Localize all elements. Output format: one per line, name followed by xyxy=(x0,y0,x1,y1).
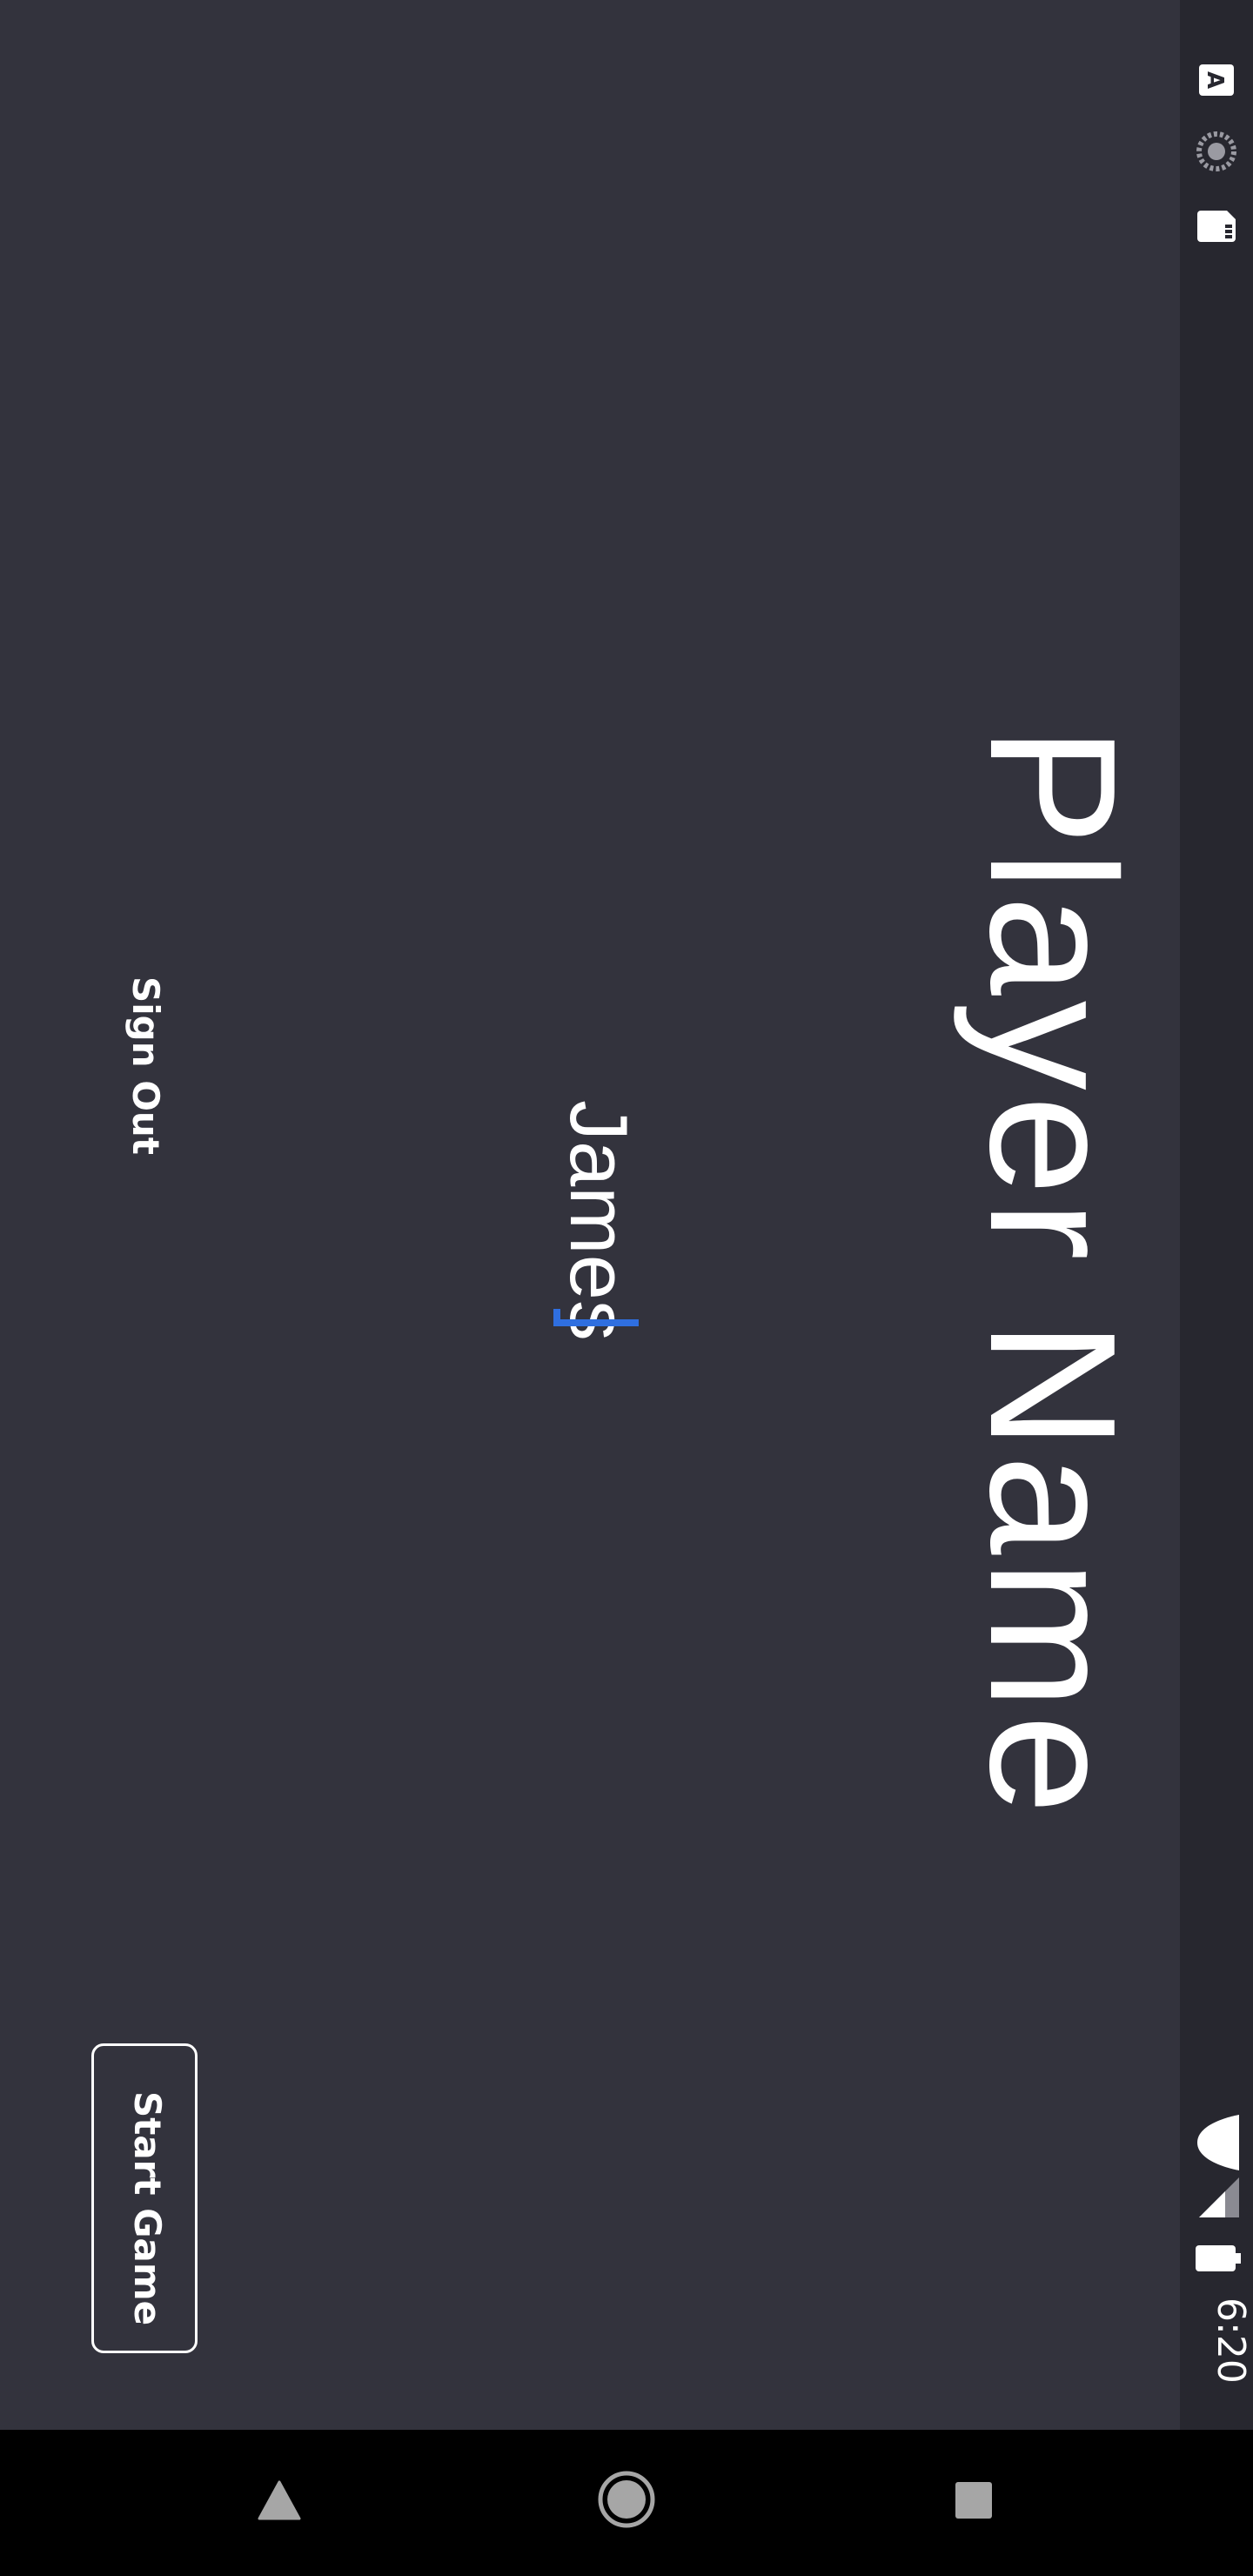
home-icon[interactable] xyxy=(597,2470,656,2529)
svg-text:A: A xyxy=(1202,71,1228,89)
signal-icon xyxy=(1199,2177,1239,2217)
page-title: Player Name xyxy=(953,726,1153,1820)
wifi-icon xyxy=(1197,2115,1239,2170)
app-screen: Player Name James Sign Out Start Game xyxy=(0,0,1180,2430)
sd-card-icon xyxy=(1197,211,1236,242)
status-bar: A 6:20 xyxy=(1180,0,1253,2430)
player-name-input[interactable]: James xyxy=(552,1100,646,1341)
navigation-bar xyxy=(0,2430,1253,2576)
status-time: 6:20 xyxy=(1209,2298,1253,2384)
a-icon: A xyxy=(1199,64,1234,96)
sync-icon xyxy=(1196,131,1236,171)
battery-icon xyxy=(1196,2245,1241,2271)
start-game-label: Start Game xyxy=(126,2091,169,2326)
back-icon[interactable] xyxy=(258,2480,301,2520)
start-game-button[interactable]: Start Game xyxy=(91,2043,198,2353)
sign-out-button[interactable]: Sign Out xyxy=(124,976,167,1155)
input-underline xyxy=(553,1319,639,1326)
recents-icon[interactable] xyxy=(954,2480,994,2520)
